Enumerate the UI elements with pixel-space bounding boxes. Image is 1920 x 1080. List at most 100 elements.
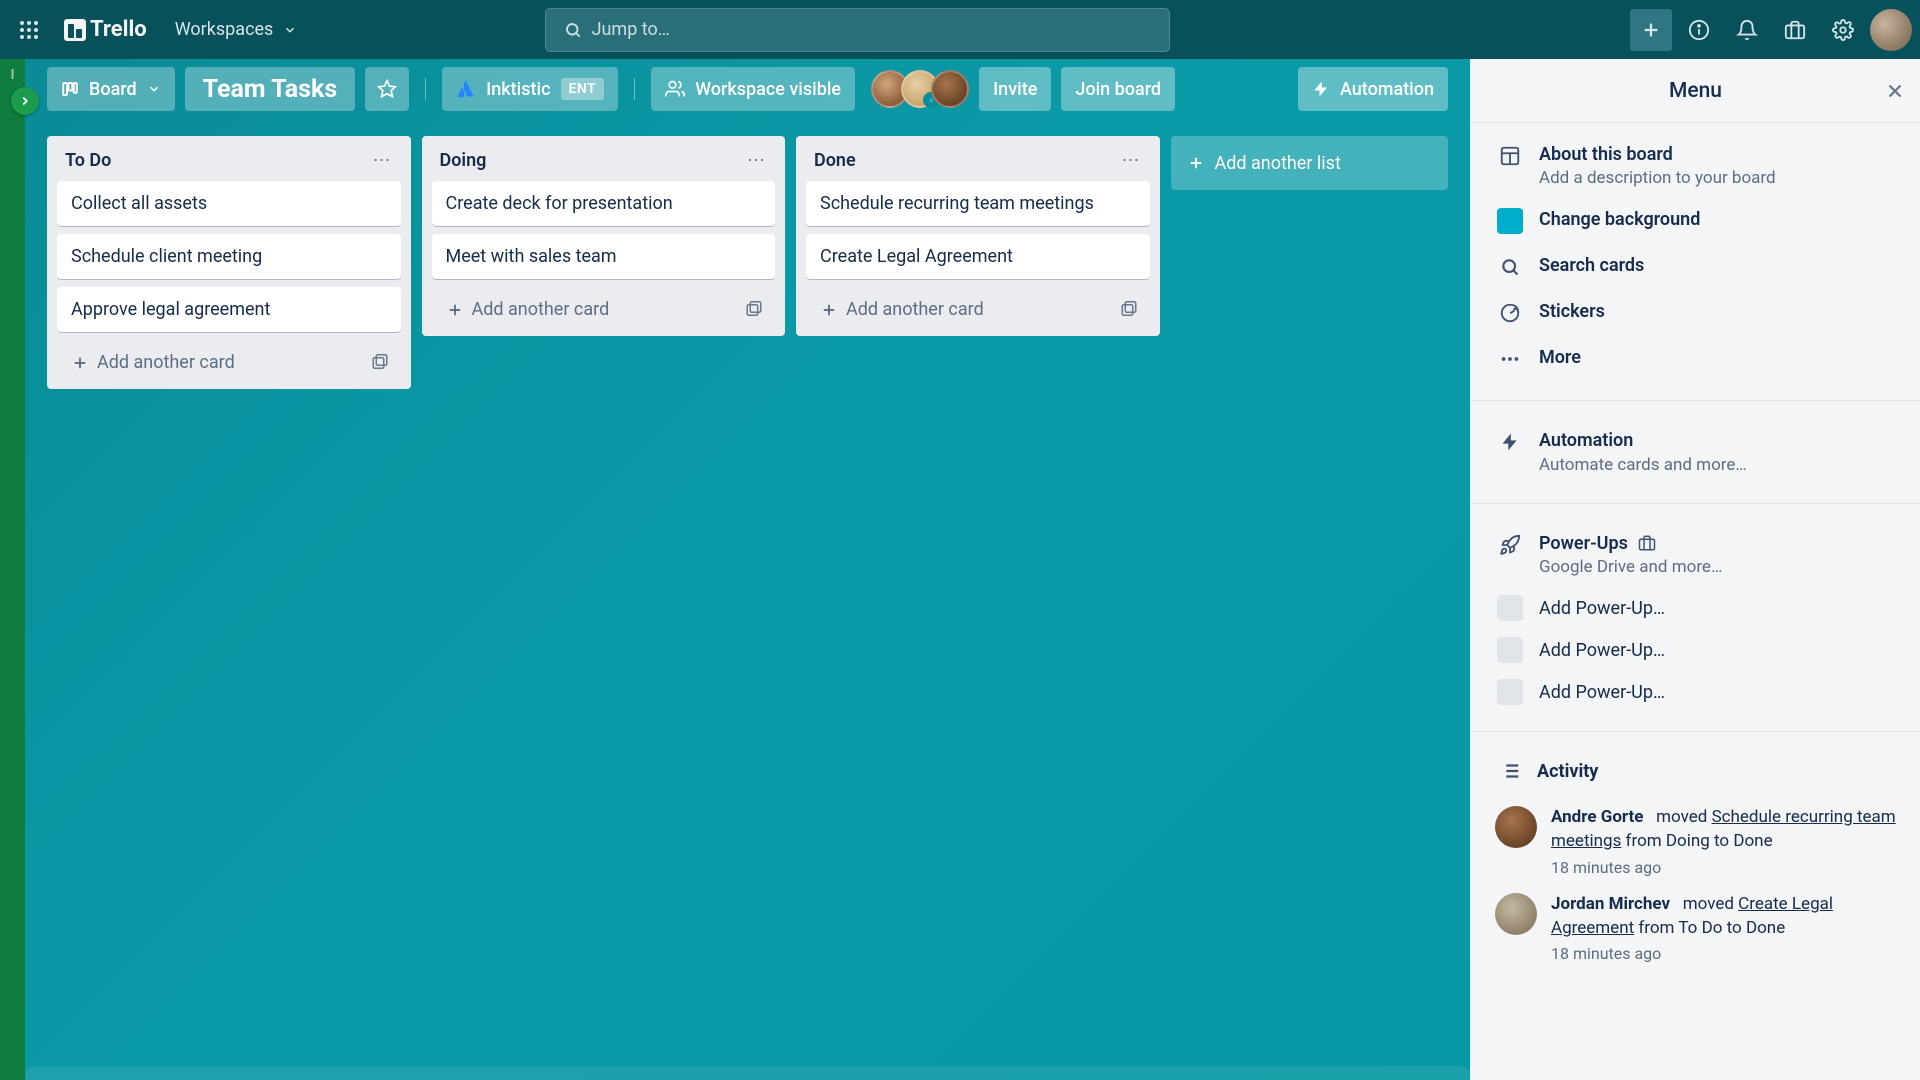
menu-powerups[interactable]: Power-Ups Google Drive and more… (1495, 522, 1896, 587)
info-button[interactable] (1678, 9, 1720, 51)
menu-add-powerup[interactable]: Add Power-Up… (1495, 671, 1896, 713)
board-view-switcher[interactable]: Board (47, 67, 175, 111)
invite-button[interactable]: Invite (979, 67, 1051, 111)
workspace-visibility-button[interactable]: Workspace visible (651, 67, 855, 111)
menu-automation[interactable]: Automation Automate cards and more… (1495, 419, 1896, 484)
join-board-button[interactable]: Join board (1061, 67, 1175, 111)
menu-search-label: Search cards (1539, 254, 1644, 277)
card[interactable]: Schedule client meeting (57, 234, 401, 279)
list-title[interactable]: Doing (440, 150, 487, 171)
board-view-label: Board (89, 79, 137, 100)
topbar: Trello Workspaces Jump to… (0, 0, 1920, 59)
menu-search-cards[interactable]: Search cards (1495, 244, 1896, 290)
menu-change-background[interactable]: Change background (1495, 198, 1896, 244)
card[interactable]: Meet with sales team (432, 234, 776, 279)
template-icon (745, 301, 763, 319)
search-icon (1497, 254, 1523, 280)
activity-avatar[interactable] (1495, 893, 1537, 935)
add-card-button[interactable]: Add another card (438, 293, 740, 326)
menu-stickers[interactable]: Stickers (1495, 290, 1896, 336)
menu-more-label: More (1539, 346, 1581, 369)
sidebar-collapsed: I (0, 59, 25, 1080)
chevron-down-icon (283, 23, 297, 37)
card[interactable]: Schedule recurring team meetings (806, 181, 1150, 226)
member-avatar[interactable] (931, 70, 969, 108)
list-menu-button[interactable]: ⋯ (1122, 150, 1142, 171)
template-icon (371, 354, 389, 372)
bell-icon (1736, 19, 1758, 41)
add-list-button[interactable]: Add another list (1171, 136, 1449, 190)
plus-icon (1640, 19, 1662, 41)
sticker-icon (1497, 300, 1523, 326)
expand-sidebar-button[interactable] (11, 87, 39, 115)
briefcase-icon (1638, 534, 1656, 552)
add-powerup-label: Add Power-Up… (1539, 682, 1665, 703)
list-header: Done ⋯ (806, 146, 1150, 181)
menu-activity-header: Activity (1495, 750, 1896, 798)
add-card-button[interactable]: Add another card (812, 293, 1114, 326)
add-card-label: Add another card (472, 299, 610, 320)
menu-add-powerup[interactable]: Add Power-Up… (1495, 629, 1896, 671)
board-area: Board Team Tasks Inktistic ENT Workspace… (25, 59, 1470, 1080)
list-menu-button[interactable]: ⋯ (747, 150, 767, 171)
add-card-button[interactable]: Add another card (63, 346, 365, 379)
invite-label: Invite (993, 79, 1037, 100)
card[interactable]: Create deck for presentation (432, 181, 776, 226)
list: To Do ⋯ Collect all assets Schedule clien… (47, 136, 411, 389)
menu-more[interactable]: More (1495, 336, 1896, 382)
board-icon (1497, 143, 1523, 169)
board-members[interactable]: » (871, 70, 969, 108)
board-name[interactable]: Team Tasks (185, 67, 356, 111)
search-input[interactable]: Jump to… (545, 8, 1170, 52)
menu-about-sub: Add a description to your board (1539, 168, 1776, 188)
activity-item: Andre Gorte moved Schedule recurring tea… (1495, 798, 1896, 885)
list-footer: Add another card (57, 340, 401, 383)
menu-body: About this board Add a description to yo… (1471, 123, 1920, 1080)
horizontal-scrollbar[interactable] (25, 1066, 1470, 1080)
activity-avatar[interactable] (1495, 806, 1537, 848)
card[interactable]: Collect all assets (57, 181, 401, 226)
star-board-button[interactable] (365, 67, 409, 111)
create-button[interactable] (1630, 9, 1672, 51)
workspace-org-pill[interactable]: Inktistic ENT (442, 67, 618, 111)
list-title[interactable]: To Do (65, 150, 111, 171)
workspaces-dropdown[interactable]: Workspaces (161, 9, 312, 51)
menu-powerups-sub: Google Drive and more… (1539, 557, 1722, 577)
plus-icon (820, 301, 838, 319)
menu-stickers-label: Stickers (1539, 300, 1605, 323)
card[interactable]: Create Legal Agreement (806, 234, 1150, 279)
activity-text: Andre Gorte moved Schedule recurring tea… (1551, 806, 1896, 854)
workspaces-label: Workspaces (175, 19, 274, 40)
board-header: Board Team Tasks Inktistic ENT Workspace… (25, 59, 1470, 119)
menu-about-board[interactable]: About this board Add a description to yo… (1495, 133, 1896, 198)
settings-button[interactable] (1822, 9, 1864, 51)
close-menu-button[interactable] (1884, 80, 1906, 102)
activity-icon (1497, 758, 1523, 784)
notifications-button[interactable] (1726, 9, 1768, 51)
automation-button[interactable]: Automation (1298, 67, 1448, 111)
menu-powerups-title: Power-Ups (1539, 532, 1628, 555)
trello-logo[interactable]: Trello (56, 17, 155, 42)
search-placeholder: Jump to… (592, 19, 670, 40)
card-template-button[interactable] (1114, 295, 1144, 325)
list-footer: Add another card (432, 287, 776, 330)
plus-icon (446, 301, 464, 319)
card[interactable]: Approve legal agreement (57, 287, 401, 332)
menu-add-powerup[interactable]: Add Power-Up… (1495, 587, 1896, 629)
list-title[interactable]: Done (814, 150, 856, 171)
trello-logo-text: Trello (90, 17, 147, 42)
board-collection-button[interactable] (1774, 9, 1816, 51)
divider (634, 78, 635, 100)
people-icon (665, 79, 685, 99)
user-avatar[interactable] (1870, 9, 1912, 51)
rocket-icon (1497, 532, 1523, 558)
card-template-button[interactable] (365, 348, 395, 378)
close-icon (1884, 80, 1906, 102)
add-card-label: Add another card (97, 352, 235, 373)
apps-switcher-icon[interactable] (8, 9, 50, 51)
workspace-initial: I (10, 67, 14, 83)
list-menu-button[interactable]: ⋯ (373, 150, 393, 171)
chevron-right-icon (18, 94, 32, 108)
card-template-button[interactable] (739, 295, 769, 325)
info-icon (1688, 19, 1710, 41)
